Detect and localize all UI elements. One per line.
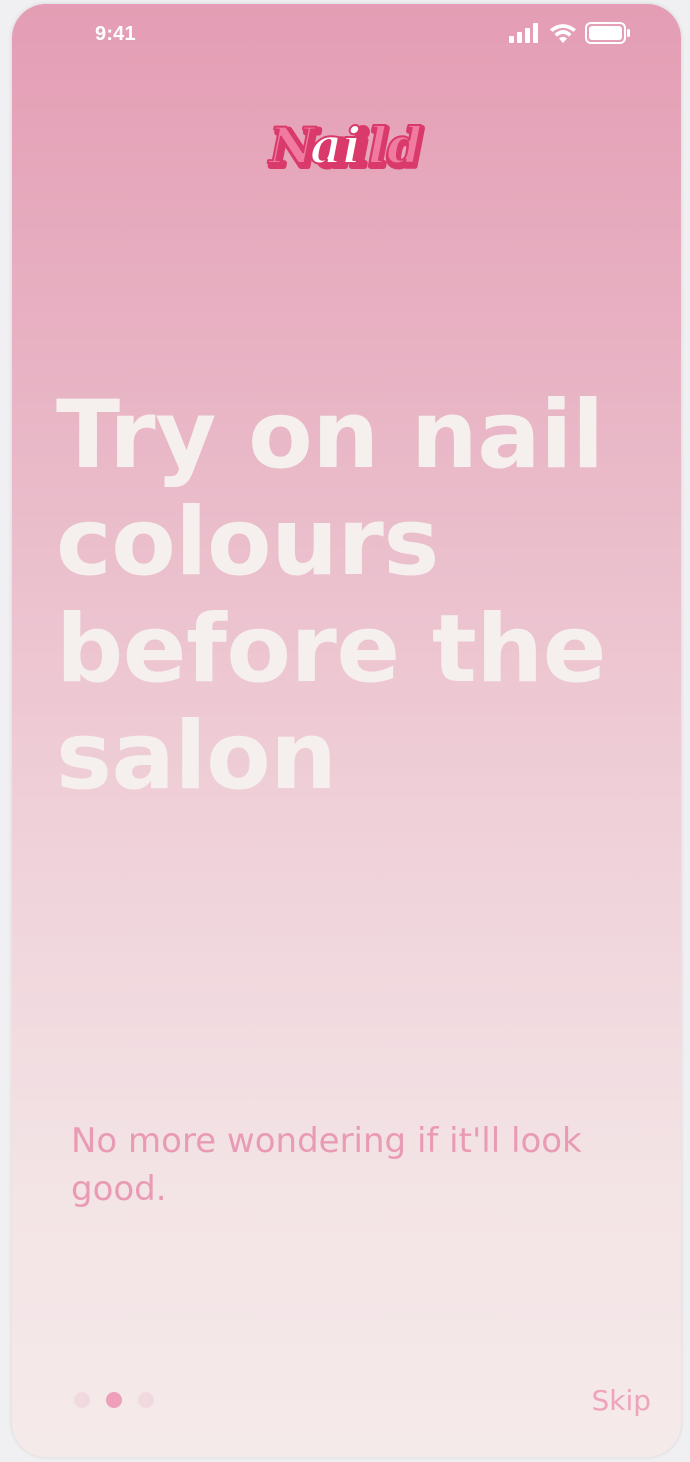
cellular-signal-icon bbox=[509, 22, 541, 48]
status-icons bbox=[509, 21, 631, 49]
onboarding-screen: 9:41 Naild N ai ld Try on nail colours b… bbox=[12, 4, 681, 1457]
status-bar: 9:41 bbox=[12, 4, 681, 64]
page-dot-3[interactable] bbox=[138, 1392, 154, 1408]
page-dot-2-active[interactable] bbox=[106, 1392, 122, 1408]
svg-text:ld: ld bbox=[368, 116, 422, 175]
onboarding-subtext: No more wondering if it'll look good. bbox=[71, 1121, 582, 1209]
wifi-icon bbox=[549, 23, 577, 48]
svg-text:ai: ai bbox=[310, 116, 361, 175]
skip-button[interactable]: Skip bbox=[591, 1384, 651, 1417]
onboarding-headline: Try on nail colours before the salon bbox=[56, 381, 606, 811]
naild-logo: Naild N ai ld bbox=[264, 110, 429, 181]
battery-icon bbox=[585, 21, 631, 49]
page-dot-1[interactable] bbox=[74, 1392, 90, 1408]
status-time: 9:41 bbox=[95, 23, 136, 45]
page-indicator bbox=[74, 1392, 154, 1408]
